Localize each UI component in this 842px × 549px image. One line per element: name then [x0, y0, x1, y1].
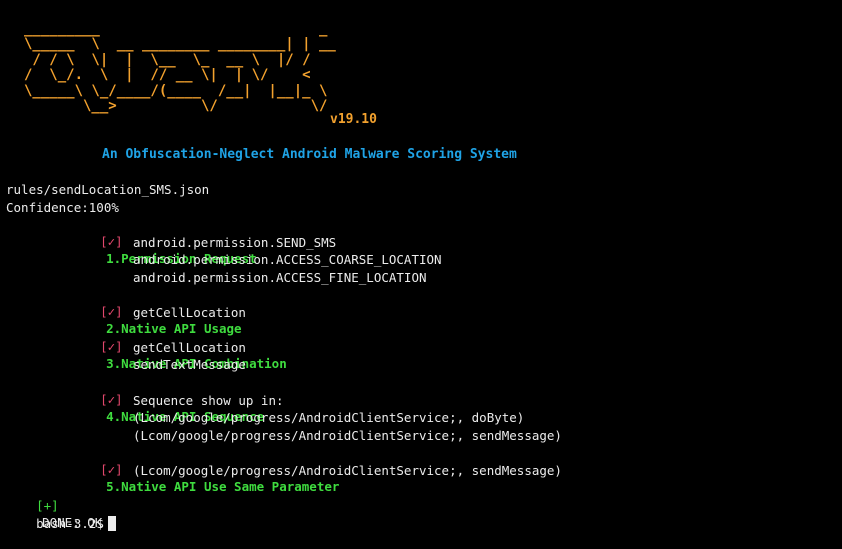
confidence-line: Confidence:100% — [6, 200, 119, 215]
section-3-detail-2: sendTextMessage — [133, 357, 246, 372]
check-mark-icon: [✓] — [100, 339, 123, 354]
section-4-detail-2: (Lcom/google/progress/AndroidClientServi… — [133, 410, 525, 425]
check-mark-icon: [✓] — [100, 462, 123, 477]
section-4-detail-3: (Lcom/google/progress/AndroidClientServi… — [133, 428, 562, 443]
terminal-window[interactable]: _________ _ \_____ \ __ ________ _______… — [0, 0, 842, 531]
section-1-detail-2: android.permission.ACCESS_COARSE_LOCATIO… — [133, 252, 442, 267]
section-5-detail-1: (Lcom/google/progress/AndroidClientServi… — [133, 463, 562, 478]
shell-prompt[interactable]: bash-3.2$ — [6, 498, 116, 549]
rule-file-line: rules/sendLocation_SMS.json — [6, 182, 210, 197]
banner-ascii-logo: _________ _ \_____ \ __ ________ _______… — [24, 21, 336, 115]
banner-version: v19.10 — [330, 112, 377, 127]
section-5-title: 5.Native API Use Same Parameter — [106, 479, 340, 494]
check-mark-icon: [✓] — [100, 392, 123, 407]
banner-tagline: An Obfuscation-Neglect Android Malware S… — [102, 147, 517, 162]
check-mark-icon: [✓] — [100, 234, 123, 249]
check-mark-icon: [✓] — [100, 304, 123, 319]
section-3-detail-1: getCellLocation — [133, 340, 246, 355]
prompt-text: bash-3.2$ — [36, 516, 104, 531]
section-1-detail-1: android.permission.SEND_SMS — [133, 235, 337, 250]
section-4-detail-1: Sequence show up in: — [133, 393, 284, 408]
section-2-detail-1: getCellLocation — [133, 305, 246, 320]
cursor-block — [107, 516, 116, 531]
section-1-detail-3: android.permission.ACCESS_FINE_LOCATION — [133, 270, 427, 285]
